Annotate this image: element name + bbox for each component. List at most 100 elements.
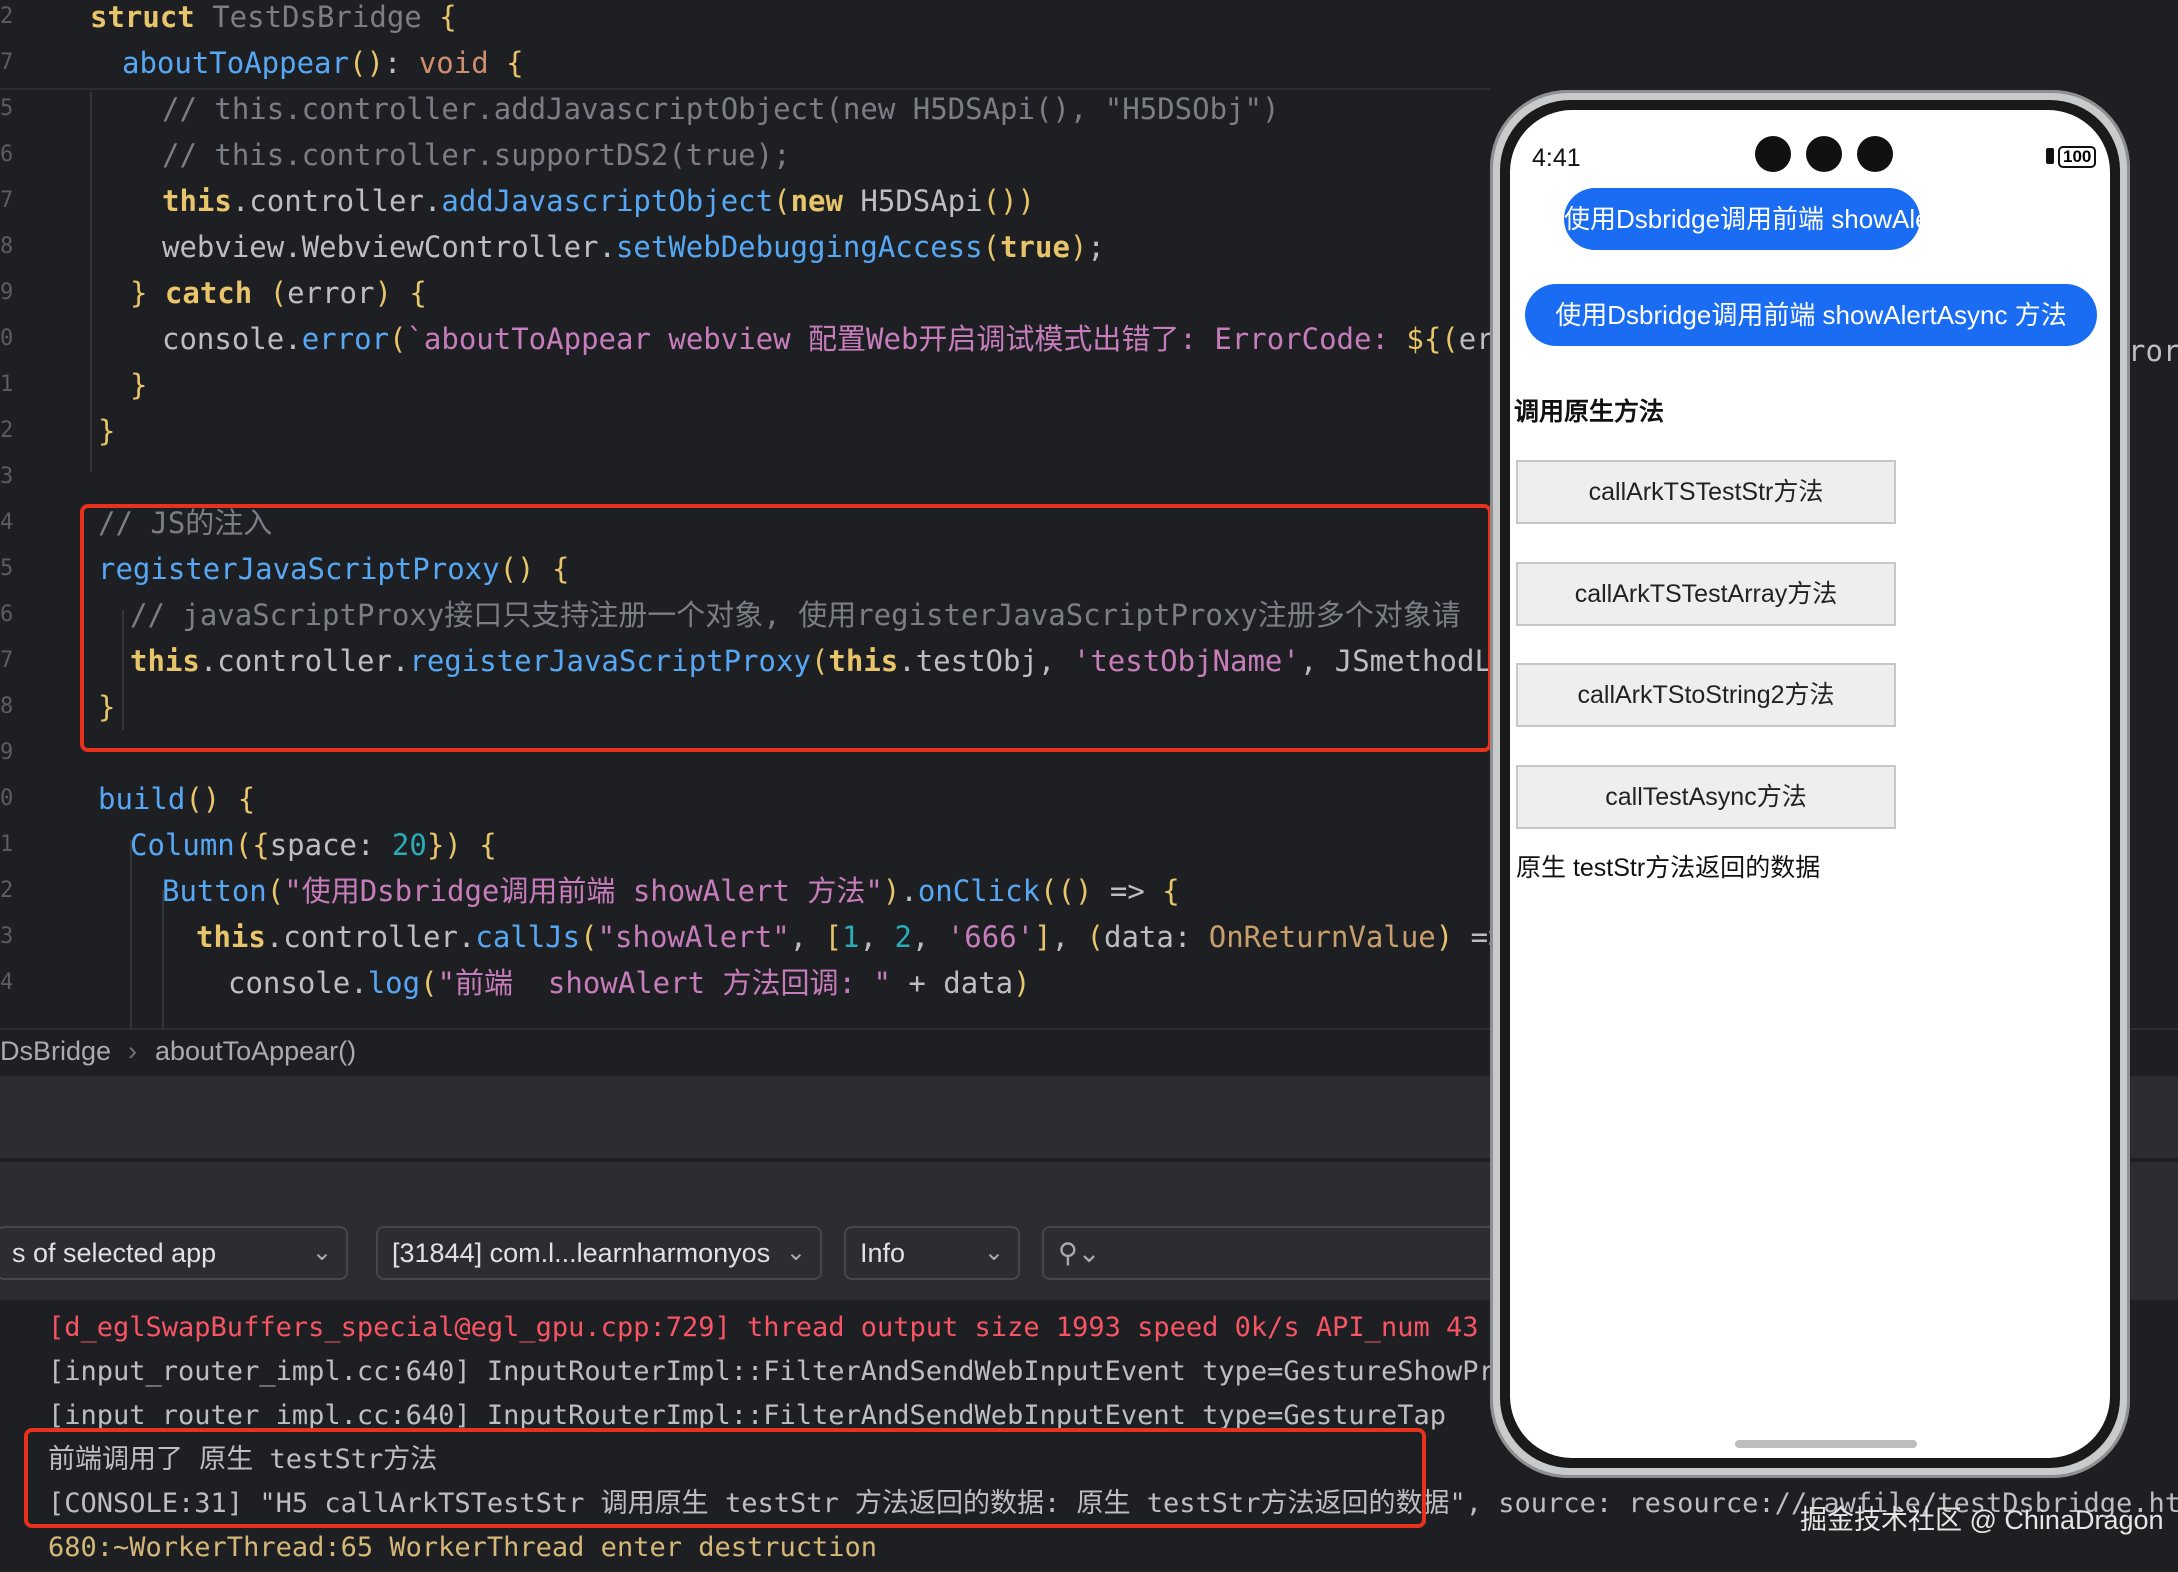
device-screen[interactable]: 4:41 100 使用Dsbridge调用前端 showAlert 方法 使用D… [1510, 110, 2110, 1458]
call-test-array-button[interactable]: callArkTSTestArray方法 [1516, 562, 1896, 626]
camera-icon [1806, 136, 1842, 172]
code-token: space: [269, 828, 392, 862]
code-token: { [439, 0, 457, 34]
code-token: ] [1034, 920, 1052, 954]
camera-icon [1857, 136, 1893, 172]
code-line[interactable]: Button("使用Dsbridge调用前端 showAlert 方法").on… [162, 868, 1180, 914]
code-token: , [1051, 920, 1087, 954]
line-number: 4 [0, 970, 14, 995]
code-token: callJs [475, 920, 581, 954]
log-search-input[interactable]: ⚲⌄ [1042, 1226, 1502, 1280]
code-line[interactable]: webview.WebviewController.setWebDebuggin… [162, 224, 1105, 270]
call-test-str-button[interactable]: callArkTSTestStr方法 [1516, 460, 1896, 524]
code-token: "使用Dsbridge调用前端 showAlert 方法" [284, 874, 883, 908]
code-line[interactable]: console.error(`aboutToAppear webview 配置W… [162, 316, 1581, 362]
code-token: [ [824, 920, 843, 954]
line-number: 0 [0, 326, 14, 351]
line-number: 8 [0, 234, 14, 259]
line-number: 2 [0, 878, 14, 903]
log-level-value: Info [860, 1238, 906, 1268]
device-filter-dropdown[interactable]: s of selected app ⌄ [0, 1226, 348, 1280]
code-token: { [1162, 874, 1180, 908]
show-alert-button[interactable]: 使用Dsbridge调用前端 showAlert 方法 [1564, 188, 2005, 250]
code-token: ; [1087, 230, 1105, 264]
code-token: this [162, 184, 232, 218]
log-line[interactable]: 680:~WorkerThread:65 WorkerThread enter … [48, 1526, 877, 1570]
code-line[interactable]: } catch (error) { [130, 270, 427, 316]
code-token: void [418, 46, 507, 80]
code-line[interactable]: this.controller.callJs("showAlert", [1, … [196, 914, 1541, 960]
code-token: ()) [982, 184, 1036, 218]
line-number: 0 [0, 786, 14, 811]
code-token: ( [266, 874, 285, 908]
code-line[interactable]: aboutToAppear(): void { [122, 40, 524, 86]
code-token: ) [882, 874, 901, 908]
code-token: console. [162, 322, 302, 356]
code-line[interactable]: } [98, 408, 115, 454]
code-token: "showAlert" [597, 920, 790, 954]
call-test-async-button[interactable]: callTestAsync方法 [1516, 765, 1896, 829]
device-simulator: 4:41 100 使用Dsbridge调用前端 showAlert 方法 使用D… [1490, 90, 2130, 1478]
code-token: 1 [842, 920, 860, 954]
code-line[interactable]: build() { [98, 776, 255, 822]
line-number: 3 [0, 924, 14, 949]
line-number: 4 [0, 510, 14, 535]
process-filter-value: [31844] com.l...learnharmonyos [392, 1238, 771, 1268]
process-filter-dropdown[interactable]: [31844] com.l...learnharmonyos ⌄ [376, 1226, 822, 1280]
log-line[interactable]: [input_router_impl.cc:640] InputRouterIm… [48, 1350, 1544, 1394]
code-token: () { [185, 782, 256, 816]
code-token: ({ [234, 828, 270, 862]
code-token: OnReturnValue [1208, 920, 1436, 954]
search-icon: ⚲⌄ [1058, 1238, 1101, 1268]
code-token: addJavascriptObject [441, 184, 774, 218]
code-line[interactable]: console.log("前端 showAlert 方法回调: " + data… [228, 960, 1031, 1006]
code-token: } [98, 414, 116, 448]
sticky-header-divider [0, 88, 1490, 90]
line-number: 7 [0, 50, 14, 75]
code-line[interactable]: // this.controller.supportDS2(true); [162, 132, 791, 178]
code-token: => [1109, 874, 1163, 908]
log-level-dropdown[interactable]: Info ⌄ [844, 1226, 1020, 1280]
code-token: new [790, 184, 861, 218]
line-number: 5 [0, 96, 14, 121]
code-token: ( [269, 276, 288, 310]
code-token: .controller. [231, 184, 442, 218]
code-token: : [383, 46, 419, 80]
code-line[interactable]: } [130, 362, 147, 408]
code-line[interactable]: struct TestDsBridge { [90, 0, 457, 40]
line-number: 3 [0, 464, 14, 489]
code-token: , [911, 920, 947, 954]
line-number: 7 [0, 648, 14, 673]
breadcrumb-method[interactable]: aboutToAppear() [155, 1036, 356, 1067]
show-alert-async-button[interactable]: 使用Dsbridge调用前端 showAlertAsync 方法 [1525, 284, 2097, 346]
chevron-down-icon: ⌄ [983, 1239, 1004, 1266]
code-token: ( [420, 966, 438, 1000]
code-token: } [130, 368, 148, 402]
call-to-string2-button[interactable]: callArkTStoString2方法 [1516, 663, 1896, 727]
code-token: H5DSApi [860, 184, 983, 218]
code-token: ( [389, 322, 407, 356]
code-token: Column [130, 828, 235, 862]
highlight-box-console-output [24, 1428, 1426, 1528]
code-token: .controller. [265, 920, 476, 954]
code-token: aboutToAppear [122, 46, 349, 80]
line-number: 1 [0, 832, 14, 857]
code-line[interactable]: Column({space: 20}) { [130, 822, 497, 868]
breadcrumb-struct[interactable]: DsBridge [0, 1036, 111, 1067]
overflow-text: ror [2128, 334, 2178, 368]
code-token: 20 [391, 828, 427, 862]
indent-guide [162, 890, 164, 1030]
device-filter-value: s of selected app [12, 1238, 217, 1268]
watermark: 掘金技术社区 @ ChinaDragon [1800, 1505, 2164, 1535]
log-line[interactable]: [d_eglSwapBuffers_special@egl_gpu.cpp:72… [48, 1306, 1478, 1350]
code-token: this [196, 920, 266, 954]
code-token: // this.controller.addJavascriptObject(n… [162, 92, 1280, 126]
code-token: error [301, 322, 389, 356]
code-token: '666' [946, 920, 1035, 954]
code-line[interactable]: // this.controller.addJavascriptObject(n… [162, 86, 1279, 132]
line-number: 7 [0, 188, 14, 213]
indent-guide [90, 92, 92, 472]
code-line[interactable]: this.controller.addJavascriptObject(new … [162, 178, 1035, 224]
status-time: 4:41 [1532, 144, 1581, 172]
code-token: webview.WebviewController. [162, 230, 616, 264]
